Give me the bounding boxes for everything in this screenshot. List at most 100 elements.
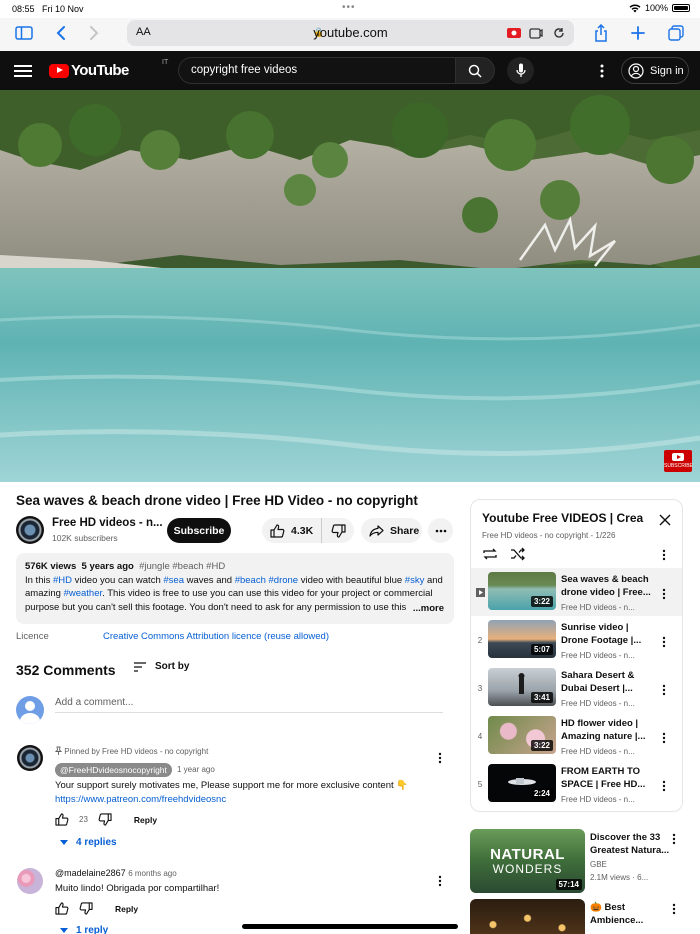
description-box[interactable]: 576K views 5 years ago #jungle #beach #H… bbox=[16, 553, 454, 624]
playlist-item[interactable]: 5 2:24 FROM EARTH TO SPACE | Free HD... … bbox=[471, 760, 682, 808]
video-thumbnail: 3:22 bbox=[488, 716, 556, 754]
playlist-item[interactable]: 3 3:41 Sahara Desert & Dubai Desert |...… bbox=[471, 664, 682, 712]
sign-in-label: Sign in bbox=[650, 64, 684, 77]
like-button[interactable]: 4.3K bbox=[262, 518, 322, 543]
comment-menu-icon[interactable] bbox=[436, 751, 444, 765]
sort-by-button[interactable]: Sort by bbox=[133, 661, 189, 672]
hashtag-link[interactable]: #beach bbox=[235, 575, 266, 586]
thumbs-up-icon[interactable] bbox=[55, 813, 69, 826]
item-menu-icon[interactable] bbox=[672, 832, 678, 846]
extension-icon[interactable] bbox=[527, 24, 545, 42]
back-icon[interactable] bbox=[50, 22, 72, 44]
commenter-avatar[interactable] bbox=[17, 868, 43, 894]
shuffle-icon[interactable] bbox=[510, 547, 526, 561]
battery-percent: 100% bbox=[644, 3, 668, 13]
more-actions-button[interactable] bbox=[428, 518, 453, 543]
youtube-logo[interactable]: YouTube IT bbox=[49, 59, 168, 79]
country-code: IT bbox=[162, 59, 169, 66]
upload-age: 5 years ago bbox=[81, 561, 134, 572]
sort-icon bbox=[134, 661, 146, 672]
item-menu-icon[interactable] bbox=[662, 779, 668, 793]
multitasking-dots-icon[interactable]: ••• bbox=[342, 2, 356, 13]
playlist-item[interactable]: 4 3:22 HD flower video | Amazing nature … bbox=[471, 712, 682, 760]
close-icon[interactable] bbox=[657, 512, 673, 528]
video-player[interactable]: SUBSCRIBE bbox=[0, 90, 700, 482]
comment-actions: Reply bbox=[55, 902, 138, 915]
description-text: In this #HD video you can watch #sea wav… bbox=[25, 574, 443, 613]
comment-time[interactable]: 6 months ago bbox=[128, 869, 176, 878]
thumbs-down-icon[interactable] bbox=[98, 813, 112, 826]
channel-avatar[interactable] bbox=[16, 516, 44, 544]
playlist-index: 2 bbox=[477, 636, 483, 645]
status-bar: 08:55 Fri 10 Nov ••• 100% bbox=[0, 0, 700, 18]
dislike-button[interactable] bbox=[322, 523, 354, 538]
comment-text: Muito lindo! Obrigada por compartilhar! bbox=[55, 883, 220, 894]
sidebar-toggle-icon[interactable] bbox=[13, 22, 35, 44]
subscribe-button[interactable]: Subscribe bbox=[167, 518, 231, 543]
hashtag-link[interactable]: #sea bbox=[163, 575, 184, 586]
playlist-index: 4 bbox=[477, 732, 483, 741]
item-menu-icon[interactable] bbox=[662, 587, 668, 601]
hashtag-link[interactable]: #sky bbox=[405, 575, 425, 586]
channel-name[interactable]: Free HD videos - n... bbox=[52, 517, 163, 529]
view-replies-button[interactable]: 4 replies bbox=[60, 837, 117, 848]
hashtag-link[interactable]: #HD bbox=[53, 575, 72, 586]
item-menu-icon[interactable] bbox=[662, 635, 668, 649]
share-icon[interactable] bbox=[590, 22, 612, 44]
settings-more-icon[interactable] bbox=[595, 62, 609, 79]
playlist-item[interactable]: 2 5:07 Sunrise video | Drone Footage |..… bbox=[471, 616, 682, 664]
reply-button[interactable]: Reply bbox=[134, 815, 157, 825]
item-menu-icon[interactable] bbox=[662, 731, 668, 745]
comment-author[interactable]: @FreeHDvideosnocopyright bbox=[55, 763, 172, 777]
search-input[interactable]: copyright free videos bbox=[178, 57, 456, 84]
recommended-video[interactable]: NATURAL WONDERS 57:14 Discover the 33 Gr… bbox=[470, 829, 700, 893]
playlist-menu-icon[interactable] bbox=[662, 548, 668, 562]
reload-icon[interactable] bbox=[550, 24, 568, 42]
top-hashtags[interactable]: #jungle #beach #HD bbox=[139, 561, 225, 572]
ad-block-icon[interactable] bbox=[505, 24, 523, 42]
recommended-title: 🎃 Best Ambience... bbox=[590, 902, 644, 926]
share-button[interactable]: Share bbox=[361, 518, 422, 543]
video-title: Sea waves & beach drone video | Free HD … bbox=[16, 493, 418, 508]
hashtag-link[interactable]: #drone bbox=[269, 575, 299, 586]
patreon-link[interactable]: https://www.patreon.com/freehdvideosnc bbox=[55, 793, 435, 807]
video-frame bbox=[0, 90, 700, 482]
home-indicator[interactable] bbox=[242, 924, 458, 929]
item-menu-icon[interactable] bbox=[662, 683, 668, 697]
playlist-title[interactable]: Youtube Free VIDEOS | Crea bbox=[482, 511, 652, 525]
now-playing-icon bbox=[476, 588, 485, 599]
tabs-overview-icon[interactable] bbox=[665, 22, 687, 44]
reply-button[interactable]: Reply bbox=[115, 904, 138, 914]
voice-search-button[interactable] bbox=[507, 57, 534, 84]
hashtag-link[interactable]: #weather bbox=[64, 588, 103, 599]
address-bar[interactable]: AA 🔒 youtube.com bbox=[127, 20, 574, 46]
search-button[interactable] bbox=[455, 57, 495, 84]
licence-link[interactable]: Creative Commons Attribution licence (re… bbox=[103, 631, 329, 642]
playlist-item-channel: Free HD videos - n... bbox=[561, 795, 635, 804]
comment-menu-icon[interactable] bbox=[436, 874, 444, 888]
thumbnail-overlay-text: NATURAL bbox=[490, 846, 565, 863]
item-menu-icon[interactable] bbox=[672, 902, 678, 916]
commenter-avatar[interactable] bbox=[17, 745, 43, 771]
new-tab-icon[interactable] bbox=[627, 22, 649, 44]
current-user-avatar bbox=[16, 696, 44, 724]
sign-in-button[interactable]: Sign in bbox=[621, 57, 689, 84]
microphone-icon bbox=[515, 63, 526, 77]
view-replies-button[interactable]: 1 reply bbox=[60, 925, 108, 934]
share-label: Share bbox=[390, 524, 420, 537]
playlist-item-channel: Free HD videos - n... bbox=[561, 603, 635, 612]
loop-icon[interactable] bbox=[482, 547, 498, 561]
hamburger-menu-icon[interactable] bbox=[14, 62, 32, 79]
comment-author[interactable]: @madelaine2867 bbox=[55, 868, 126, 878]
pinned-label: Pinned by Free HD videos - no copyright bbox=[54, 746, 208, 756]
subscribe-watermark[interactable]: SUBSCRIBE bbox=[664, 450, 693, 472]
pin-icon bbox=[54, 746, 63, 755]
recommended-video[interactable]: 🎃 Best Ambience... bbox=[470, 899, 700, 934]
thumbs-up-icon[interactable] bbox=[55, 902, 69, 915]
playlist-item[interactable]: 3:22 Sea waves & beach drone video | Fre… bbox=[471, 568, 682, 616]
comment-time[interactable]: 1 year ago bbox=[177, 765, 215, 774]
add-comment-input[interactable]: Add a comment... bbox=[55, 697, 443, 713]
forward-icon[interactable] bbox=[83, 22, 105, 44]
show-more-link[interactable]: ...more bbox=[408, 601, 444, 615]
thumbs-down-icon[interactable] bbox=[79, 902, 93, 915]
